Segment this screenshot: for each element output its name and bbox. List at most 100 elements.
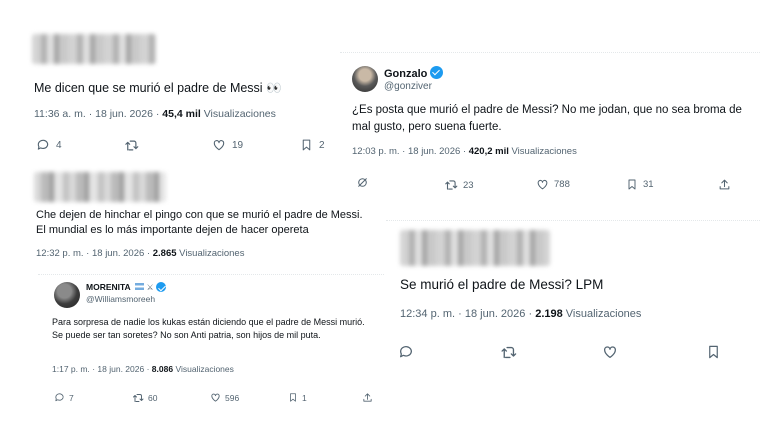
tweet-text: Che dejen de hinchar el pingo con que se… <box>36 209 363 237</box>
tweet-meta[interactable]: 12:32 p. m. · 18 jun. 2026 · 2.865 Visua… <box>36 248 244 259</box>
share-button[interactable] <box>718 178 731 191</box>
verified-badge-icon <box>430 66 444 79</box>
meta-dot: · <box>146 364 150 374</box>
heart-icon <box>604 346 616 358</box>
reply-disabled-button[interactable] <box>356 176 369 189</box>
divider <box>38 274 384 276</box>
retweet-button[interactable]: 60 <box>132 392 157 404</box>
views-label: Visualizaciones <box>203 108 276 120</box>
divider <box>386 220 760 222</box>
tweet-time: 1:17 p. m. <box>52 364 90 374</box>
retweet-count: 23 <box>463 179 474 191</box>
tweet-date: 18 jun. 2026 <box>97 364 145 374</box>
divider <box>340 52 760 54</box>
display-name[interactable]: Gonzalo <box>384 68 427 80</box>
retweet-icon <box>133 394 144 402</box>
tweet-text: Para sorpresa de nadie los kukas están d… <box>52 317 365 341</box>
heart-icon <box>211 393 220 402</box>
tweet-date: 18 jun. 2026 <box>91 248 145 259</box>
views-label: Visualizaciones <box>175 364 234 374</box>
blurred-username <box>400 230 550 266</box>
tweet-card-1: Me dicen que se murió el padre de Messi … <box>20 22 360 162</box>
user-handle[interactable]: @Williamsmoreeh <box>86 294 155 304</box>
meta-dot: · <box>88 108 93 120</box>
views-count: 2.865 <box>152 248 177 259</box>
reply-button[interactable]: 7 <box>54 392 74 403</box>
share-icon <box>363 393 372 402</box>
meta-dot: · <box>402 146 406 157</box>
reply-button[interactable] <box>398 344 414 360</box>
bookmark-count: 31 <box>643 179 654 190</box>
tweet-time: 12:32 p. m. <box>36 248 84 259</box>
display-name[interactable]: MORENITA <box>86 282 131 292</box>
views-count: 420,2 mil <box>468 146 509 157</box>
tweet-meta[interactable]: 1:17 p. m. · 18 jun. 2026 · 8.086 Visual… <box>52 364 234 374</box>
avatar[interactable] <box>352 66 378 92</box>
retweet-button[interactable]: 23 <box>444 178 474 192</box>
like-count: 596 <box>225 392 240 403</box>
tweet-meta[interactable]: 11:36 a. m. · 18 jun. 2026 · 45,4 mil Vi… <box>34 108 276 120</box>
tweet-meta[interactable]: 12:03 p. m. · 18 jun. 2026 · 420,2 mil V… <box>352 146 577 157</box>
bookmark-button[interactable]: 31 <box>626 178 654 191</box>
views-label: Visualizaciones <box>179 248 245 259</box>
reply-button[interactable]: 4 <box>36 138 62 152</box>
retweet-icon <box>445 180 458 190</box>
tweet-card-5: Se murió el padre de Messi? LPM 12:34 p.… <box>386 218 760 368</box>
bookmark-count: 1 <box>302 392 307 403</box>
meta-dot: · <box>462 146 467 157</box>
bookmark-count: 2 <box>319 139 325 151</box>
reply-icon <box>55 393 64 402</box>
like-count: 19 <box>232 139 244 151</box>
reply-count: 4 <box>56 139 62 151</box>
reply-count: 7 <box>69 392 74 403</box>
share-button[interactable] <box>362 392 373 403</box>
bookmark-icon <box>628 179 636 190</box>
user-handle[interactable]: @gonziver <box>384 81 432 92</box>
like-count: 788 <box>554 179 570 190</box>
like-button[interactable] <box>602 344 618 360</box>
tweet-card-2: Che dejen de hinchar el pingo con que se… <box>20 166 372 266</box>
reply-disabled-icon <box>358 178 367 187</box>
share-icon <box>719 179 730 190</box>
reply-icon <box>37 139 49 150</box>
bookmark-button[interactable]: 1 <box>288 392 307 403</box>
meta-dot: · <box>155 108 160 120</box>
like-button[interactable]: 19 <box>212 138 243 152</box>
tweet-time: 12:34 p. m. <box>400 308 456 320</box>
like-button[interactable]: 788 <box>536 178 570 191</box>
views-label: Visualizaciones <box>565 308 642 320</box>
heart-icon <box>537 179 548 190</box>
meta-dot: · <box>92 364 96 374</box>
tweet-text: Se murió el padre de Messi? LPM <box>400 277 604 292</box>
bookmark-icon <box>709 345 718 359</box>
like-button[interactable]: 596 <box>210 392 239 403</box>
blurred-username <box>34 172 166 202</box>
bookmark-icon <box>302 139 311 151</box>
views-count: 8.086 <box>151 364 174 374</box>
retweet-button[interactable] <box>500 344 517 361</box>
views-label: Visualizaciones <box>511 146 577 157</box>
tweet-time: 11:36 a. m. <box>34 108 86 120</box>
meta-dot: · <box>146 248 151 259</box>
tweet-time: 12:03 p. m. <box>352 146 400 157</box>
meta-dot: · <box>528 308 533 320</box>
crossed-swords-icon: ⚔ <box>146 283 154 292</box>
avatar[interactable] <box>54 282 80 308</box>
retweet-count: 60 <box>148 393 158 403</box>
views-count: 45,4 mil <box>162 108 201 120</box>
author-line: MORENITA ⚔ <box>86 282 166 292</box>
bookmark-button[interactable] <box>706 344 721 360</box>
retweet-button[interactable] <box>124 138 139 153</box>
flag-icon <box>135 283 145 290</box>
author-line: Gonzalo <box>384 66 444 80</box>
bookmark-icon <box>290 393 296 402</box>
tweet-date: 18 jun. 2026 <box>95 108 153 120</box>
tweet-meta[interactable]: 12:34 p. m. · 18 jun. 2026 · 2.198 Visua… <box>400 308 641 320</box>
tweet-date: 18 jun. 2026 <box>407 146 461 157</box>
meta-dot: · <box>458 308 462 320</box>
reply-icon <box>400 346 412 358</box>
retweet-icon <box>501 346 517 359</box>
bookmark-button[interactable]: 2 <box>300 138 325 152</box>
retweet-icon <box>125 140 139 151</box>
heart-icon <box>213 140 225 151</box>
